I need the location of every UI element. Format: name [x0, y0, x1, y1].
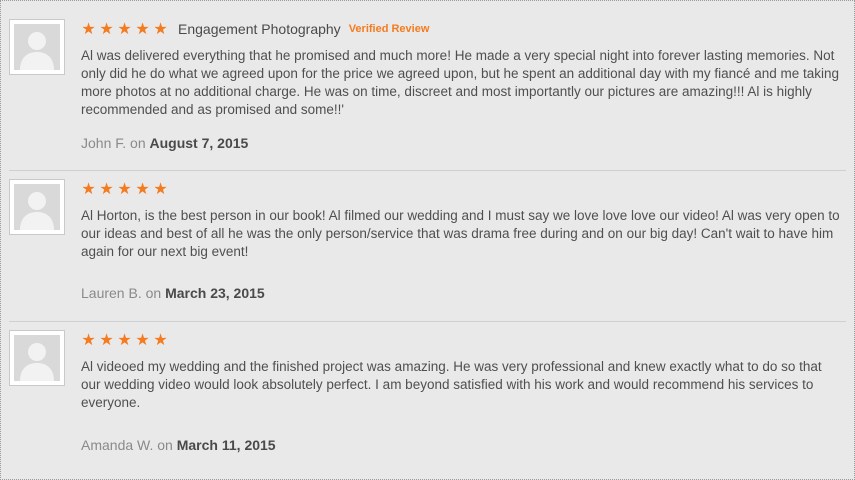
byline-on: on [130, 135, 146, 151]
review-header: ★ ★ ★ ★ ★ [81, 329, 840, 351]
user-silhouette-icon [14, 184, 60, 230]
review-author: John F. [81, 135, 127, 151]
star-icon: ★ [99, 19, 114, 38]
review-item: ★ ★ ★ ★ ★ Al Horton, is the best person … [9, 171, 846, 322]
verified-review-badge: Verified Review [348, 23, 430, 35]
review-text: Al Horton, is the best person in our boo… [81, 208, 840, 259]
star-icon: ★ [135, 179, 150, 198]
review-category: Engagement Photography [178, 21, 341, 37]
user-silhouette-icon [14, 335, 60, 381]
star-icon: ★ [117, 330, 132, 349]
avatar [9, 330, 65, 386]
star-icon: ★ [153, 19, 168, 38]
review-text: Al was delivered everything that he prom… [81, 48, 839, 117]
review-content: ★ ★ ★ ★ ★ Al Horton, is the best person … [81, 171, 840, 302]
star-icon: ★ [81, 179, 96, 198]
star-icon: ★ [99, 179, 114, 198]
review-header: ★ ★ ★ ★ ★ [81, 178, 840, 200]
review-text: Al videoed my wedding and the finished p… [81, 359, 822, 410]
review-author: Amanda W. [81, 437, 154, 453]
review-content: ★ ★ ★ ★ ★ Engagement Photography Verifie… [81, 11, 840, 152]
review-item: ★ ★ ★ ★ ★ Al videoed my wedding and the … [9, 322, 846, 472]
review-author: Lauren B. [81, 285, 142, 301]
review-byline: Amanda W. on March 11, 2015 [81, 437, 276, 453]
star-icon: ★ [99, 330, 114, 349]
star-rating: ★ ★ ★ ★ ★ [81, 21, 168, 37]
star-icon: ★ [153, 330, 168, 349]
review-content: ★ ★ ★ ★ ★ Al videoed my wedding and the … [81, 322, 840, 454]
review-byline: John F. on August 7, 2015 [81, 135, 248, 151]
star-rating: ★ ★ ★ ★ ★ [81, 181, 168, 197]
avatar [9, 19, 65, 75]
review-header: ★ ★ ★ ★ ★ Engagement Photography Verifie… [81, 18, 840, 40]
star-icon: ★ [117, 179, 132, 198]
byline-on: on [157, 437, 173, 453]
star-icon: ★ [117, 19, 132, 38]
star-rating: ★ ★ ★ ★ ★ [81, 332, 168, 348]
user-silhouette-icon [14, 24, 60, 70]
review-byline: Lauren B. on March 23, 2015 [81, 285, 265, 301]
review-date: March 11, 2015 [176, 437, 276, 453]
star-icon: ★ [135, 19, 150, 38]
star-icon: ★ [81, 19, 96, 38]
avatar [9, 179, 65, 235]
star-icon: ★ [81, 330, 96, 349]
star-icon: ★ [153, 179, 168, 198]
reviews-panel: ★ ★ ★ ★ ★ Engagement Photography Verifie… [0, 0, 855, 480]
byline-on: on [145, 285, 162, 301]
review-date: March 23, 2015 [165, 285, 265, 301]
review-item: ★ ★ ★ ★ ★ Engagement Photography Verifie… [9, 11, 846, 171]
review-date: August 7, 2015 [149, 135, 249, 151]
star-icon: ★ [135, 330, 150, 349]
